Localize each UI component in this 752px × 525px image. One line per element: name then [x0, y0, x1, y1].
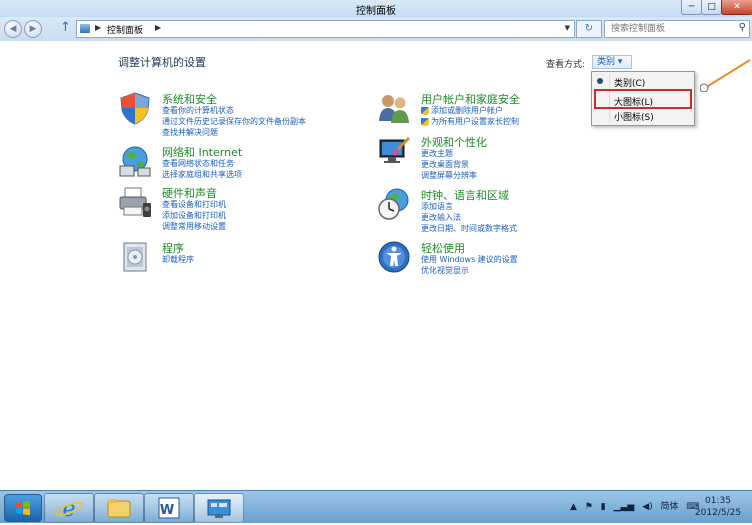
printer-icon[interactable]: [118, 185, 152, 219]
annotation-arrow-icon: [700, 59, 751, 92]
link-parental-controls[interactable]: 为所有用户设置家长控制: [421, 116, 519, 127]
clock-time: 01:35: [705, 496, 731, 506]
link-screen-resolution[interactable]: 调整屏幕分辨率: [421, 170, 477, 181]
link-mobility-settings[interactable]: 调整常用移动设置: [162, 221, 226, 232]
action-center-icon[interactable]: ⚑: [585, 502, 593, 512]
breadcrumb[interactable]: 控制面板: [107, 23, 143, 36]
ie-icon: e: [55, 497, 83, 522]
link-date-time-format[interactable]: 更改日期、时间或数字格式: [421, 223, 517, 234]
word-icon: W: [158, 497, 180, 519]
link-add-device[interactable]: 添加设备和打印机: [162, 210, 226, 221]
monitor-brush-icon[interactable]: [377, 134, 411, 168]
taskbar-explorer-button[interactable]: [94, 493, 144, 523]
navigation-bar: ◀ ▶ ↑ ▶ 控制面板 ▶ ▼ ↻ ⚲: [0, 17, 752, 41]
highlight-box: [594, 89, 692, 109]
view-by-label: 查看方式:: [546, 60, 586, 70]
page-title: 调整计算机的设置: [118, 56, 206, 69]
taskbar-ie-button[interactable]: e: [44, 493, 94, 523]
view-by-dropdown[interactable]: 类别 ▾: [592, 55, 632, 69]
window-title: 控制面板: [356, 6, 396, 17]
address-dropdown-icon[interactable]: ▼: [565, 24, 570, 32]
explorer-icon: [107, 499, 131, 518]
link-network-status[interactable]: 查看网络状态和任务: [162, 158, 242, 169]
tray-expand-icon[interactable]: ▲: [570, 502, 577, 512]
clock[interactable]: 01:35 2012/5/25: [688, 495, 748, 519]
minimize-button[interactable]: ─: [681, 0, 702, 15]
volume-icon[interactable]: ◀): [642, 502, 652, 512]
up-arrow-icon[interactable]: ↑: [60, 20, 71, 35]
search-input[interactable]: [609, 21, 731, 37]
link-file-history[interactable]: 通过文件历史记录保存你的文件备份副本: [162, 116, 306, 127]
start-button[interactable]: [4, 494, 42, 522]
breadcrumb-chevron-icon[interactable]: ▶: [155, 23, 161, 32]
link-change-background[interactable]: 更改桌面背景: [421, 159, 477, 170]
link-troubleshoot[interactable]: 查找并解决问题: [162, 127, 306, 138]
menu-item-small-icons[interactable]: 小图标(S): [592, 108, 694, 123]
address-bar[interactable]: ▶ 控制面板 ▶ ▼: [76, 20, 575, 38]
back-button[interactable]: ◀: [4, 20, 22, 38]
system-tray: ▲ ⚑ ▮ ▁▃▅ ◀) 简体 ⌨: [570, 499, 704, 512]
network-globe-icon[interactable]: [118, 144, 152, 178]
maximize-button[interactable]: □: [701, 0, 722, 15]
link-view-devices[interactable]: 查看设备和打印机: [162, 199, 226, 210]
radio-selected-icon: [597, 78, 603, 84]
search-icon[interactable]: ⚲: [739, 22, 746, 33]
search-box: ⚲: [604, 20, 750, 38]
link-homegroup[interactable]: 选择家庭组和共享选项: [162, 169, 242, 180]
close-button[interactable]: ✕: [721, 0, 752, 15]
taskbar-control-panel-button[interactable]: [194, 493, 244, 523]
forward-button[interactable]: ▶: [24, 20, 42, 38]
link-recommended-settings[interactable]: 使用 Windows 建议的设置: [421, 254, 518, 265]
menu-item-category[interactable]: 类别(C): [592, 74, 694, 89]
users-icon[interactable]: [377, 91, 411, 125]
link-optimize-display[interactable]: 优化视觉显示: [421, 265, 518, 276]
clock-date: 2012/5/25: [694, 508, 742, 518]
link-change-theme[interactable]: 更改主题: [421, 148, 477, 159]
link-change-input[interactable]: 更改输入法: [421, 212, 517, 223]
svg-text:e: e: [62, 497, 75, 522]
taskbar-word-button[interactable]: W: [144, 493, 194, 523]
link-view-computer-status[interactable]: 查看你的计算机状态: [162, 105, 306, 116]
svg-text:W: W: [160, 503, 174, 518]
title-bar: 控制面板 ─ □ ✕: [0, 0, 752, 17]
uac-shield-icon: [421, 106, 429, 115]
windows-logo-icon: [16, 500, 30, 516]
link-add-remove-accounts[interactable]: 添加或删除用户帐户: [421, 105, 519, 116]
uac-shield-icon: [421, 117, 429, 126]
control-panel-icon: [80, 24, 90, 33]
signal-icon[interactable]: ▁▃▅: [614, 502, 635, 512]
programs-icon[interactable]: [118, 240, 152, 274]
shield-icon[interactable]: [118, 91, 152, 125]
link-add-language[interactable]: 添加语言: [421, 201, 517, 212]
ime-indicator[interactable]: 简体: [661, 502, 679, 512]
refresh-button[interactable]: ↻: [576, 20, 602, 38]
battery-icon[interactable]: ▮: [601, 502, 606, 512]
taskbar: e W ▲ ⚑ ▮ ▁▃▅ ◀) 简体 ⌨ 01:35 2012/5/25: [0, 490, 752, 523]
breadcrumb-separator-icon[interactable]: ▶: [95, 23, 101, 32]
ease-of-access-icon[interactable]: [377, 240, 411, 274]
control-panel-icon: [207, 499, 231, 518]
clock-globe-icon[interactable]: [377, 187, 411, 221]
link-uninstall-program[interactable]: 卸载程序: [162, 254, 194, 265]
